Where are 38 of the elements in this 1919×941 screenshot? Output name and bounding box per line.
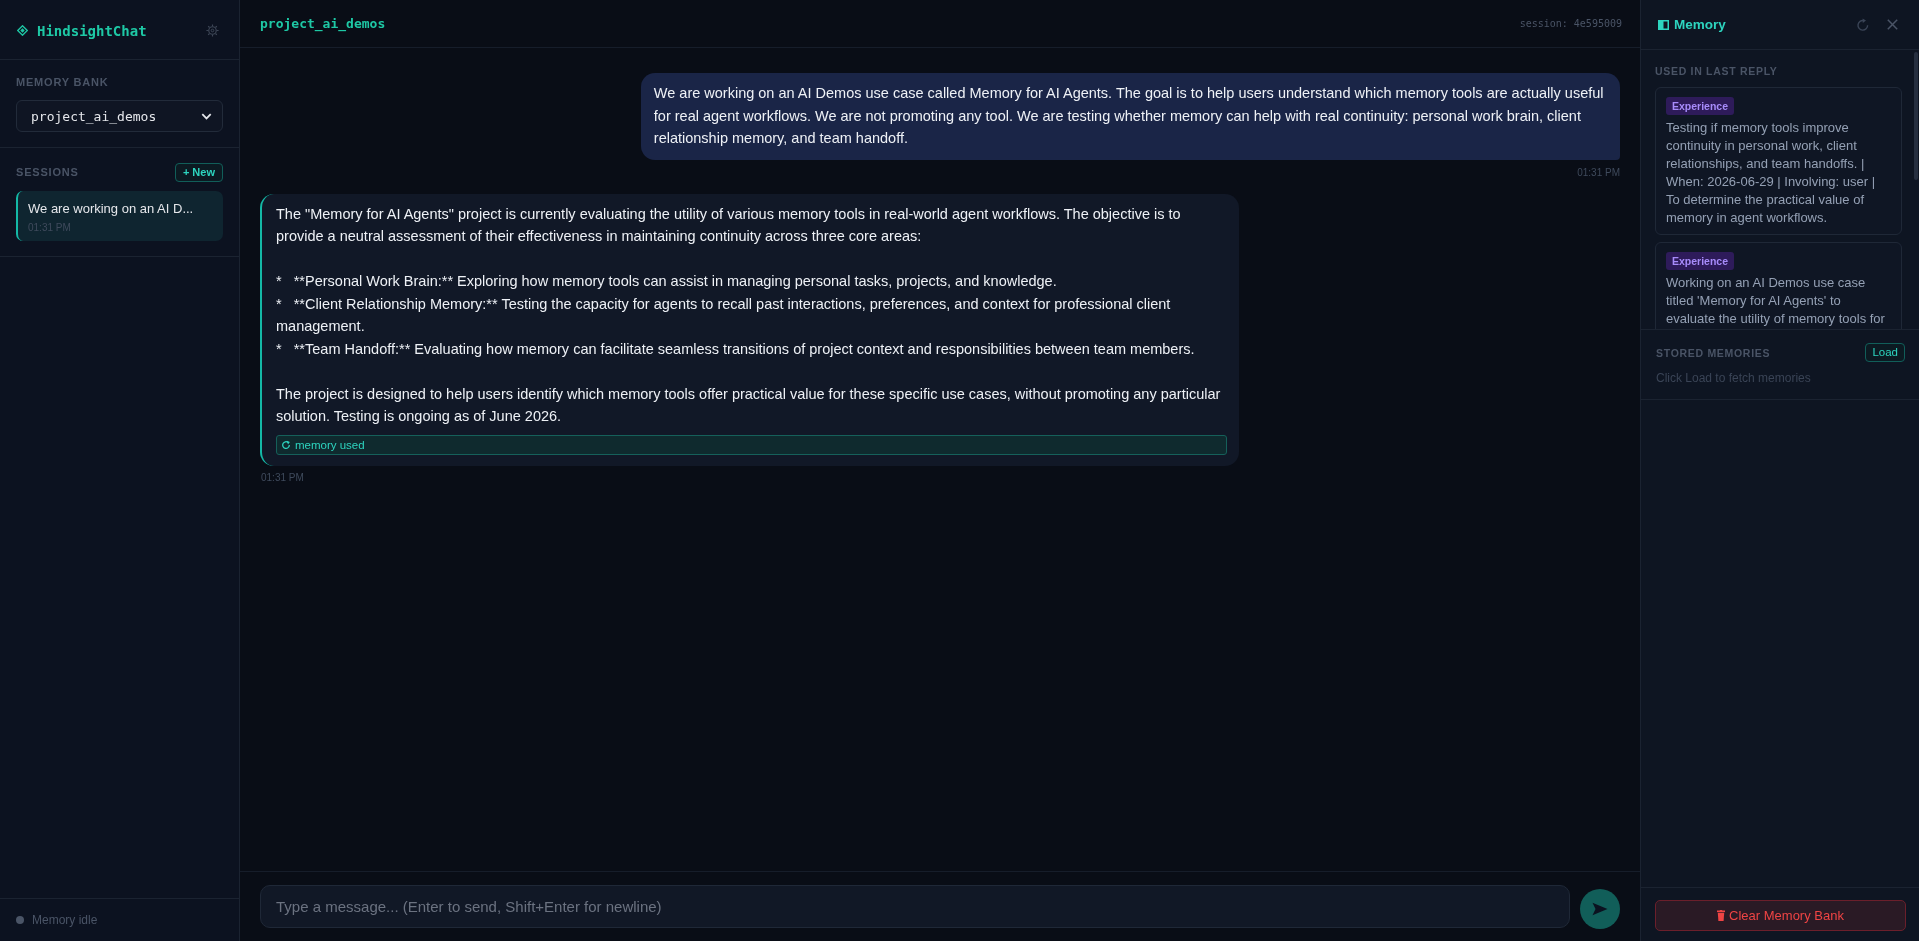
memory-bank-dropdown[interactable]: project_ai_demos: [16, 100, 223, 132]
chevron-down-icon: [201, 112, 212, 120]
send-icon: [1592, 901, 1608, 916]
memory-text: Testing if memory tools improve continuity in personal work, client relationships, and team handoffs. | When: 2026-06-29 | Involving: user | To determine the practical value of memory in agent workflows.: [1666, 119, 1877, 227]
message-list-item: * **Team Handoff:** Evaluating how memory can facilitate seamless transitions of project context and responsibilities between team members.: [276, 339, 1196, 359]
message-paragraph: The project is designed to help users identify which memory tools offer practical value for these specific use cases, without promoting any particular solution. Testing is ongoing as of June 2026.: [276, 384, 1222, 426]
message-list-item: * **Personal Work Brain:** Exploring how memory tools can assist in managing personal tasks, projects, and knowledge.: [276, 272, 1058, 291]
app-logo-text: HindsightChat: [37, 22, 147, 39]
status-text: Memory idle: [32, 913, 98, 927]
panel-title: Memory: [1674, 17, 1726, 32]
section-label: STORED MEMORIES: [1656, 345, 1771, 360]
panel-icon: [1658, 19, 1669, 30]
message-input[interactable]: Type a message... (Enter to send, Shift+Enter for newline): [260, 884, 1570, 928]
user-message: We are working on an AI Demos use case called Memory for AI Agents. The goal is to help users understand which memory tools are actually useful for real agent workflows. We are not promoting any tool. We are testing whether memory can help with real continuity: personal work brain, client relationship memory, and team handoff.: [640, 73, 1620, 160]
send-button[interactable]: [1580, 888, 1620, 929]
diamond-icon: [17, 25, 28, 36]
message-paragraph: The "Memory for AI Agents" project is currently evaluating the utility of various memory tools in real-world agent workflows. The objective is to provide a neutral assessment of their effectiveness in maintaining continuity across three core areas:: [276, 204, 1182, 246]
section-label: MEMORY BANK: [16, 76, 110, 89]
refresh-icon: [281, 439, 291, 450]
refresh-icon[interactable]: [1857, 18, 1869, 31]
trash-icon: [1717, 910, 1726, 921]
section-label: SESSIONS: [16, 166, 79, 179]
memory-used-button[interactable]: memory used: [276, 434, 1228, 455]
gear-icon[interactable]: [206, 24, 219, 37]
memory-type-badge: Experience: [1666, 97, 1735, 115]
close-icon[interactable]: [1887, 19, 1898, 30]
load-button[interactable]: Load: [1865, 343, 1905, 362]
memory-text: Working on an AI Demos use case titled 'Memory for AI Agents' to evaluate the utility of memory tools for: [1666, 274, 1886, 328]
memory-type-badge: Experience: [1666, 252, 1735, 270]
message-time: 01:31 PM: [261, 470, 304, 484]
session-title: We are working on an AI D...: [28, 200, 195, 217]
message-list-item: * **Client Relationship Memory:** Testing the capacity for agents to recall past interactions, preferences, and context for professional client management.: [276, 294, 1172, 336]
new-session-button[interactable]: + New: [174, 163, 223, 182]
chat-title: project_ai_demos: [260, 16, 386, 31]
clear-memory-button[interactable]: Clear Memory Bank: [1655, 900, 1906, 931]
message-time: 01:31 PM: [1577, 165, 1620, 179]
section-label: USED IN LAST REPLY: [1655, 64, 1779, 78]
session-id: session: 4e595009: [1519, 18, 1622, 29]
